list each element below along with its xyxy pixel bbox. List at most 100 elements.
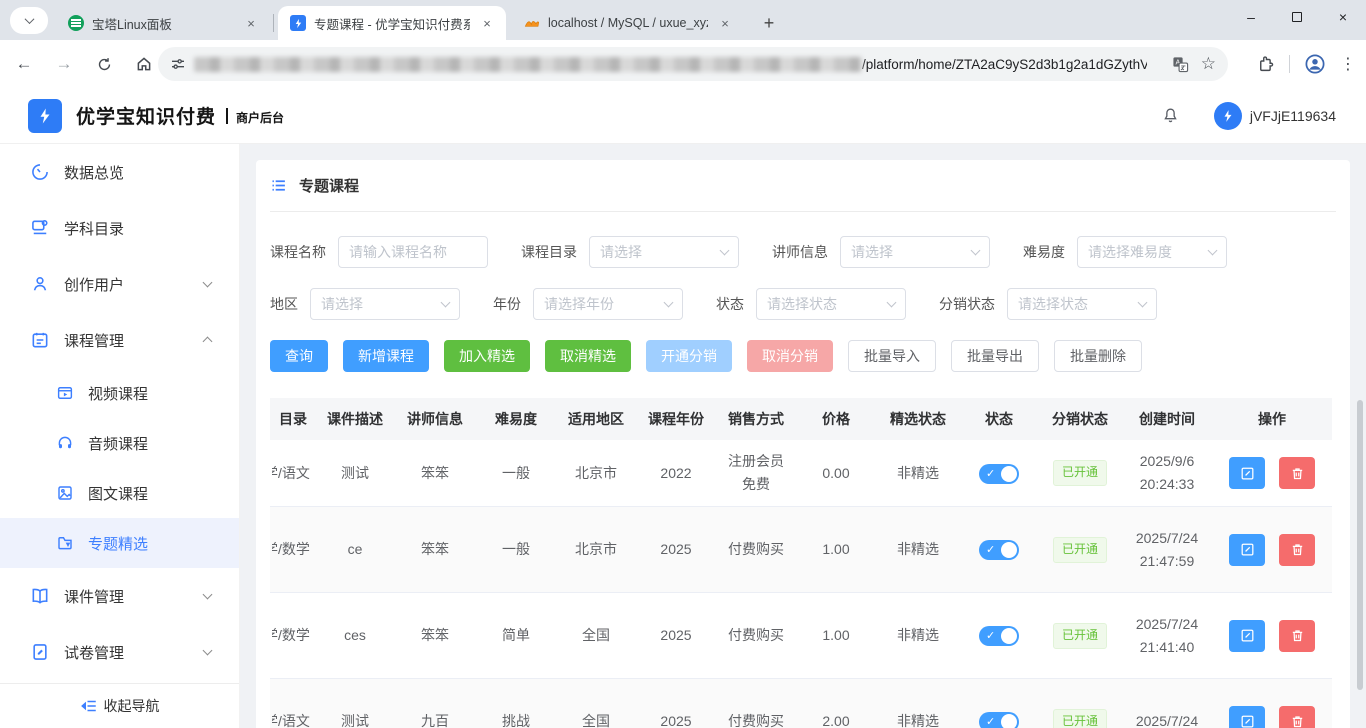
sidebar-item-audio-courses[interactable]: 音频课程	[0, 418, 239, 468]
status-toggle[interactable]: ✓	[979, 712, 1019, 728]
address-bar[interactable]: /platform/home/ZTA2aC9yS2d3b1g2a1dGZythV…	[158, 47, 1228, 81]
course-name-label: 课程名称	[270, 242, 326, 262]
cancel-distribution-button[interactable]: 取消分销	[747, 340, 833, 372]
description-cell: ces	[316, 593, 394, 679]
delete-button[interactable]	[1279, 534, 1315, 566]
lightning-icon	[1221, 109, 1235, 123]
distribution-status-select[interactable]: 请选择状态	[1007, 288, 1157, 320]
toggle-knob	[1001, 542, 1017, 558]
year-select[interactable]: 请选择年份	[533, 288, 683, 320]
select-placeholder: 请选择	[851, 242, 972, 262]
featured-cell: 非精选	[876, 440, 960, 507]
year-label: 年份	[493, 294, 521, 314]
new-tab-button[interactable]: +	[756, 10, 782, 36]
open-distribution-button[interactable]: 开通分销	[646, 340, 732, 372]
toggle-knob	[1001, 466, 1017, 482]
created-time-cell: 2025/9/6 20:24:33	[1134, 450, 1200, 496]
home-button[interactable]	[128, 48, 160, 80]
forward-button[interactable]: →	[48, 48, 80, 80]
featured-cell: 非精选	[876, 593, 960, 679]
username: jVFJjE119634	[1250, 108, 1336, 124]
batch-export-button[interactable]: 批量导出	[951, 340, 1039, 372]
trash-icon	[1290, 542, 1305, 557]
add-course-button[interactable]: 新增课程	[343, 340, 429, 372]
gauge-icon	[30, 162, 50, 182]
cancel-featured-button[interactable]: 取消精选	[545, 340, 631, 372]
search-button[interactable]: 查询	[270, 340, 328, 372]
browser-tab-phpmyadmin[interactable]: localhost / MySQL / uxue_xyz ×	[512, 6, 744, 40]
sidebar-item-subject-catalog[interactable]: 学科目录	[0, 200, 239, 256]
sidebar-item-featured-topics[interactable]: 专题精选	[0, 518, 239, 568]
add-featured-button[interactable]: 加入精选	[444, 340, 530, 372]
column-header: 价格	[796, 398, 876, 440]
bolt-favicon	[290, 15, 306, 31]
chevron-down-icon	[441, 298, 451, 308]
sidebar-item-exam-management[interactable]: 试卷管理	[0, 624, 239, 680]
featured-cell: 非精选	[876, 679, 960, 728]
status-toggle[interactable]: ✓	[979, 626, 1019, 646]
check-icon: ✓	[986, 713, 995, 728]
region-select[interactable]: 请选择	[310, 288, 460, 320]
user-avatar[interactable]	[1214, 102, 1242, 130]
region-cell: 全国	[556, 593, 636, 679]
status-toggle[interactable]: ✓	[979, 464, 1019, 484]
back-button[interactable]: ←	[8, 48, 40, 80]
close-tab-icon[interactable]: ×	[478, 14, 496, 32]
phpmyadmin-favicon	[524, 15, 540, 31]
edit-button[interactable]	[1229, 457, 1265, 489]
site-settings-icon[interactable]	[170, 56, 186, 72]
window-close-button[interactable]: ×	[1320, 0, 1366, 34]
user-icon	[30, 274, 50, 294]
bookmark-star-icon[interactable]: ☆	[1201, 54, 1216, 74]
edit-button[interactable]	[1229, 706, 1265, 728]
delete-button[interactable]	[1279, 620, 1315, 652]
batch-import-button[interactable]: 批量导入	[848, 340, 936, 372]
course-catalog-select[interactable]: 请选择	[589, 236, 739, 268]
delete-button[interactable]	[1279, 457, 1315, 489]
window-maximize-button[interactable]	[1274, 0, 1320, 34]
tab-search-button[interactable]	[10, 7, 48, 34]
bell-icon[interactable]	[1161, 106, 1180, 125]
description-cell: ce	[316, 507, 394, 593]
profile-icon[interactable]	[1304, 53, 1326, 75]
price-cell: 1.00	[796, 507, 876, 593]
page-title-row: 专题课程	[270, 160, 1336, 212]
edit-icon	[1240, 628, 1255, 643]
collapse-nav-button[interactable]: 收起导航	[0, 683, 239, 728]
translate-icon[interactable]: A	[1172, 56, 1189, 73]
sidebar-item-video-courses[interactable]: 视频课程	[0, 368, 239, 418]
reload-button[interactable]	[88, 48, 120, 80]
distribution-status-badge: 已开通	[1053, 537, 1107, 563]
close-tab-icon[interactable]: ×	[242, 14, 260, 32]
course-name-input[interactable]	[349, 244, 477, 260]
column-header: 销售方式	[716, 398, 796, 440]
sidebar-item-image-text-courses[interactable]: 图文课程	[0, 468, 239, 518]
description-cell: 测试	[316, 440, 394, 507]
chevron-down-icon	[24, 14, 34, 24]
page-scrollbar[interactable]	[1357, 400, 1363, 690]
window-minimize-button[interactable]: –	[1228, 0, 1274, 34]
check-icon: ✓	[986, 541, 995, 559]
sidebar-item-creator-users[interactable]: 创作用户	[0, 256, 239, 312]
browser-tab-baota[interactable]: 宝塔Linux面板 ×	[56, 6, 270, 40]
edit-button[interactable]	[1229, 534, 1265, 566]
sidebar-item-courseware-management[interactable]: 课件管理	[0, 568, 239, 624]
edit-icon	[1240, 714, 1255, 728]
browser-menu-icon[interactable]: ⋮	[1340, 54, 1356, 74]
created-time-cell: 2025/7/24 21:41:40	[1134, 613, 1200, 659]
status-toggle[interactable]: ✓	[979, 540, 1019, 560]
year-cell: 2022	[636, 440, 716, 507]
edit-button[interactable]	[1229, 620, 1265, 652]
lightning-icon	[293, 18, 304, 29]
batch-delete-button[interactable]: 批量删除	[1054, 340, 1142, 372]
close-tab-icon[interactable]: ×	[716, 14, 734, 32]
sidebar-item-data-overview[interactable]: 数据总览	[0, 144, 239, 200]
delete-button[interactable]	[1279, 706, 1315, 728]
teacher-select[interactable]: 请选择	[840, 236, 990, 268]
difficulty-select[interactable]: 请选择难易度	[1077, 236, 1227, 268]
browser-tab-active[interactable]: 专题课程 - 优学宝知识付费系统 ×	[278, 6, 506, 40]
extensions-icon[interactable]	[1257, 55, 1275, 73]
status-select[interactable]: 请选择状态	[756, 288, 906, 320]
sidebar-item-label: 学科目录	[64, 218, 124, 239]
sidebar-item-course-management[interactable]: 课程管理	[0, 312, 239, 368]
